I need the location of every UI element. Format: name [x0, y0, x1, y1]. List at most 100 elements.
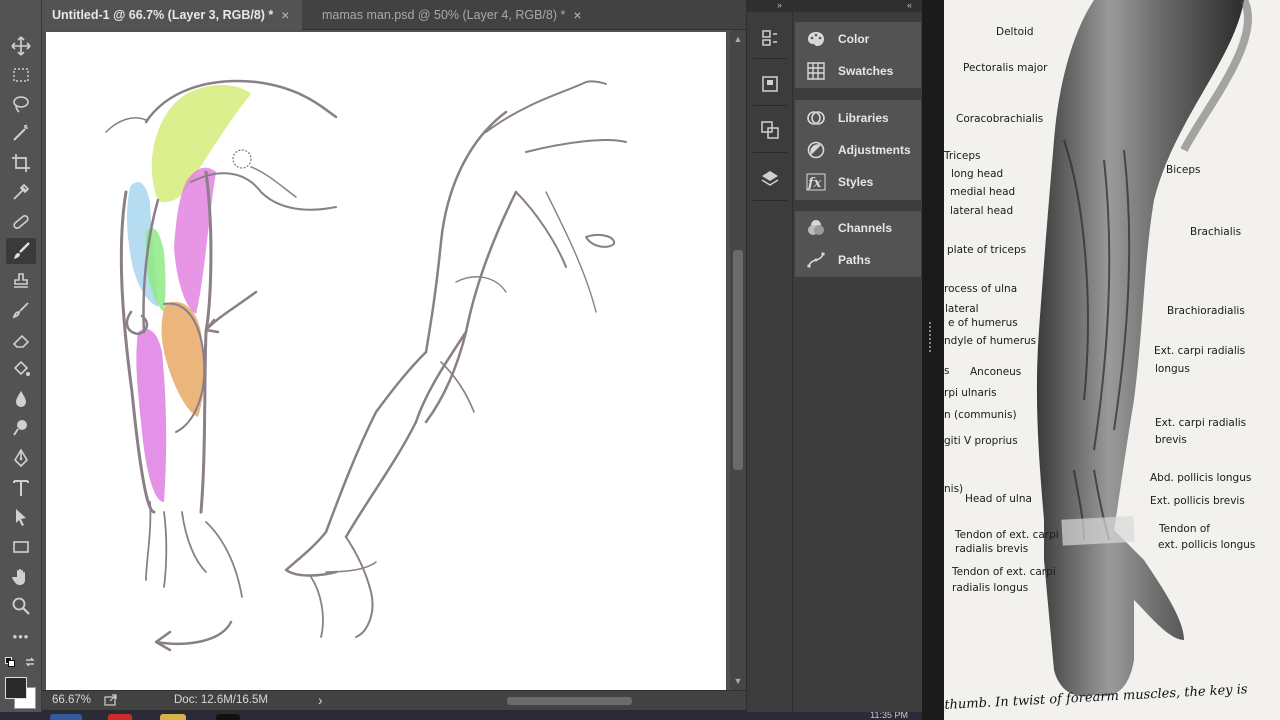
- type-tool[interactable]: [6, 475, 36, 501]
- taskbar-app-icon[interactable]: [216, 714, 240, 720]
- rectangle-tool[interactable]: [6, 534, 36, 560]
- eraser-tool[interactable]: [6, 327, 36, 353]
- vertical-scrollbar[interactable]: ▲ ▼: [730, 30, 746, 690]
- status-menu-arrow[interactable]: ›: [318, 692, 323, 708]
- color-icon: [808, 32, 824, 46]
- tab-mamas-man[interactable]: mamas man.psd @ 50% (Layer 4, RGB/8) * ×: [312, 0, 602, 30]
- canvas-area: [42, 30, 746, 690]
- collapse-icon[interactable]: »: [777, 0, 782, 10]
- layer-comps-icon: [761, 121, 779, 139]
- drag-handle-icon[interactable]: [929, 322, 933, 352]
- crop-tool[interactable]: [6, 150, 36, 176]
- default-colors-icon[interactable]: [5, 657, 15, 667]
- type-icon: [13, 480, 29, 496]
- share-icon[interactable]: [104, 694, 118, 706]
- reference-label: long head: [951, 168, 1004, 180]
- taskbar-folder-icon[interactable]: [160, 714, 186, 720]
- panel-group-channels: Channels Paths: [795, 211, 921, 277]
- reference-label: medial head: [950, 186, 1016, 198]
- tab-untitled-1[interactable]: Untitled-1 @ 66.7% (Layer 3, RGB/8) * ×: [42, 0, 302, 30]
- styles-icon: fx: [806, 173, 826, 191]
- paint-bucket-tool[interactable]: [6, 356, 36, 382]
- panel-styles[interactable]: fx Styles: [795, 168, 921, 196]
- scroll-thumb[interactable]: [507, 697, 632, 705]
- panel-label: Color: [838, 32, 870, 46]
- reference-label: brevis: [1155, 434, 1187, 446]
- hand-tool[interactable]: [6, 564, 36, 590]
- document-tabs: Untitled-1 @ 66.7% (Layer 3, RGB/8) * × …: [42, 0, 746, 30]
- paint-bucket-icon: [13, 360, 30, 376]
- panel-paths[interactable]: Paths: [795, 246, 921, 274]
- anatomy-reference-image: Deltoid Pectoralis major Coracobrachialis T…: [944, 0, 1280, 720]
- scroll-down-icon[interactable]: ▼: [730, 676, 746, 686]
- reference-label: longus: [1155, 363, 1190, 375]
- layer-comps-button[interactable]: [755, 116, 785, 144]
- zoom-level[interactable]: 66.67%: [52, 694, 91, 706]
- reference-label: giti V proprius: [944, 435, 1018, 447]
- panel-channels[interactable]: Channels: [795, 214, 921, 242]
- quick-select-tool[interactable]: [6, 120, 36, 146]
- layers-button[interactable]: [755, 164, 785, 192]
- marquee-tool[interactable]: [6, 62, 36, 88]
- properties-button[interactable]: [755, 70, 785, 98]
- taskbar-app-icon[interactable]: [108, 714, 132, 720]
- collapse-icon[interactable]: «: [907, 0, 912, 10]
- panel-adjustments[interactable]: Adjustments: [795, 136, 921, 164]
- swap-colors-icon[interactable]: [24, 656, 36, 668]
- reference-label: n (communis): [944, 409, 1017, 421]
- rectangle-icon: [13, 541, 29, 553]
- move-tool[interactable]: [6, 33, 36, 59]
- document-canvas[interactable]: [46, 32, 726, 690]
- swatches-icon: [807, 62, 825, 80]
- panel-libraries[interactable]: Libraries: [795, 104, 921, 132]
- dodge-tool[interactable]: [6, 415, 36, 441]
- taskbar: 11:35 PM: [0, 712, 922, 720]
- panel-color[interactable]: Color: [795, 25, 921, 53]
- scroll-thumb[interactable]: [733, 250, 743, 470]
- healing-brush-tool[interactable]: [6, 209, 36, 235]
- reference-label: Brachioradialis: [1167, 305, 1245, 317]
- document-size: Doc: 12.6M/16.5M: [174, 694, 268, 706]
- reference-label: radialis longus: [952, 582, 1029, 594]
- history-brush-icon: [12, 302, 29, 319]
- history-brush-tool[interactable]: [6, 297, 36, 323]
- horizontal-scrollbar[interactable]: [382, 695, 752, 707]
- blur-tool[interactable]: [6, 386, 36, 412]
- window-divider[interactable]: [922, 0, 944, 720]
- panel-swatches[interactable]: Swatches: [795, 57, 921, 85]
- reference-label: Ext. carpi radialis: [1154, 345, 1246, 357]
- panel-label: Paths: [838, 253, 871, 267]
- brush-cursor: [232, 149, 252, 169]
- reference-label: lateral: [945, 303, 979, 315]
- close-icon[interactable]: ×: [573, 7, 581, 23]
- foreground-color-swatch[interactable]: [5, 677, 27, 699]
- channels-icon: [808, 220, 824, 235]
- taskbar-app-icon[interactable]: [50, 714, 82, 720]
- history-button[interactable]: [755, 24, 785, 52]
- reference-label: rocess of ulna: [944, 283, 1018, 295]
- path-select-tool[interactable]: [6, 504, 36, 530]
- clone-stamp-tool[interactable]: [6, 268, 36, 294]
- svg-text:fx: fx: [807, 176, 822, 191]
- more-tools-label: •••: [12, 628, 30, 644]
- panels-column: « Color Swatches Libraries Adjustments f…: [792, 0, 923, 712]
- reference-label: Brachialis: [1190, 226, 1242, 238]
- crop-icon: [12, 154, 30, 172]
- eyedropper-tool[interactable]: [6, 179, 36, 205]
- zoom-tool[interactable]: [6, 593, 36, 619]
- panel-label: Libraries: [838, 111, 889, 125]
- status-bar: 66.67% Doc: 12.6M/16.5M ›: [42, 690, 746, 710]
- quick-select-icon: [13, 124, 28, 141]
- reference-label: Tendon of ext. carpi: [952, 566, 1056, 578]
- scroll-up-icon[interactable]: ▲: [730, 34, 746, 44]
- close-icon[interactable]: ×: [281, 7, 289, 23]
- more-tools-icon[interactable]: •••: [6, 623, 36, 649]
- pen-tool[interactable]: [6, 445, 36, 471]
- panel-dock: »: [746, 0, 793, 712]
- brush-tool[interactable]: [6, 238, 36, 264]
- marquee-icon: [13, 68, 29, 82]
- lasso-tool[interactable]: [6, 91, 36, 117]
- taskbar-clock: 11:35 PM: [870, 712, 908, 720]
- dodge-icon: [13, 420, 27, 436]
- paths-icon: [807, 252, 825, 268]
